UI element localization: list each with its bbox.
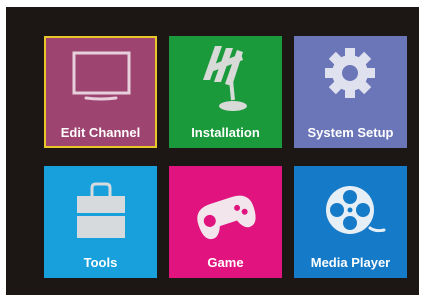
tile-label: Game bbox=[207, 255, 244, 270]
tile-label: Edit Channel bbox=[60, 125, 141, 140]
tv-icon bbox=[44, 36, 157, 116]
tile-system-setup[interactable]: System Setup bbox=[294, 36, 407, 148]
tile-label: Tools bbox=[83, 255, 118, 270]
gear-icon bbox=[294, 36, 407, 116]
tile-media-player[interactable]: Media Player bbox=[294, 166, 407, 278]
satellite-dish-icon bbox=[169, 36, 282, 116]
tile-game[interactable]: Game bbox=[169, 166, 282, 278]
main-menu-screen: Edit Channel Installation System Setup T… bbox=[6, 7, 419, 295]
tile-installation[interactable]: Installation bbox=[169, 36, 282, 148]
tile-label: Media Player bbox=[310, 255, 391, 270]
tile-label: Installation bbox=[191, 125, 260, 140]
film-reel-icon bbox=[294, 166, 407, 246]
toolbox-icon bbox=[44, 166, 157, 246]
gamepad-icon bbox=[169, 166, 282, 246]
tile-tools[interactable]: Tools bbox=[44, 166, 157, 278]
tile-edit-channel[interactable]: Edit Channel bbox=[44, 36, 157, 148]
tile-label: System Setup bbox=[307, 125, 394, 140]
